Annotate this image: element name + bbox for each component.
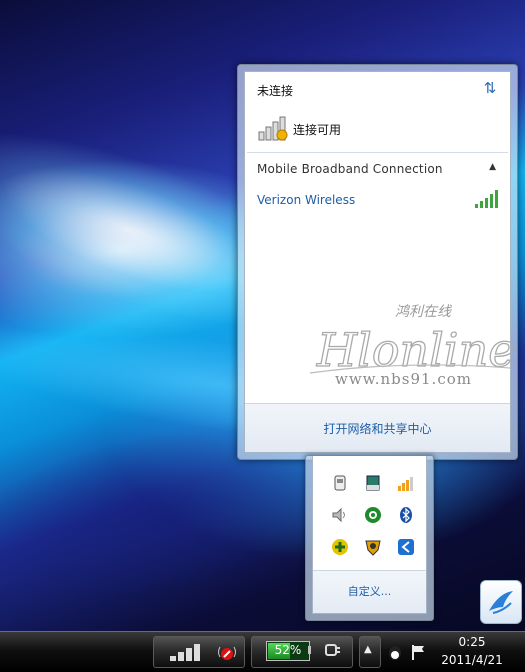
battery-percent: 52% (274, 643, 302, 657)
clock-date[interactable]: 2011/4/21 (436, 653, 508, 667)
signal-bars-icon[interactable] (397, 474, 415, 492)
battery-icon: 52% (266, 641, 310, 661)
network-taskbar-button[interactable] (153, 636, 245, 668)
connection-available-label: 连接可用 (293, 123, 342, 137)
refresh-icon[interactable]: ⇅ (482, 80, 498, 96)
customize-link[interactable]: 自定义... (313, 583, 426, 599)
desktop-app-icon[interactable] (480, 580, 522, 624)
flyout-footer: 打开网络和共享中心 (245, 403, 510, 452)
volume-icon[interactable] (331, 506, 349, 524)
blue-arrow-icon[interactable] (397, 538, 415, 556)
green-plus-icon[interactable] (331, 538, 349, 556)
network-flyout-panel: 未连接 ⇅ 连接可用 Mobile Broadband Connection ▲… (244, 71, 515, 453)
tray-overflow-footer: 自定义... (313, 570, 426, 613)
network-available-icon (258, 116, 288, 141)
wireless-disconnected-icon (218, 646, 236, 660)
connection-status: 未连接 (257, 84, 294, 98)
network-signal-icon (170, 644, 200, 661)
device-icon[interactable] (331, 474, 349, 492)
battery-cap (308, 646, 311, 654)
drive-icon[interactable] (364, 474, 382, 492)
tray-overflow-panel: 自定义... (312, 456, 427, 614)
action-center-flag-icon[interactable] (410, 643, 428, 661)
chevron-up-icon: ▲ (364, 644, 372, 655)
network-flyout: 未连接 ⇅ 连接可用 Mobile Broadband Connection ▲… (237, 64, 518, 460)
bird-icon (489, 591, 513, 614)
tray-overflow-popup: 自定义... (305, 455, 434, 621)
green-ring-icon[interactable] (364, 506, 382, 524)
taskbar: 52% ▲ 0:25 2011/4/21 (0, 631, 525, 672)
open-network-center-link[interactable]: 打开网络和共享中心 (245, 420, 510, 437)
divider (247, 152, 508, 153)
show-hidden-icons-button[interactable]: ▲ (359, 636, 381, 668)
collapse-chevron-icon[interactable]: ▲ (489, 162, 496, 172)
qq-penguin-icon[interactable] (386, 643, 404, 661)
section-header: Mobile Broadband Connection (257, 162, 443, 176)
watermark-url: www.nbs91.com (335, 370, 472, 388)
power-plug-icon (325, 644, 340, 656)
clock-time[interactable]: 0:25 (440, 635, 504, 649)
svg-text:鸿利在线: 鸿利在线 (395, 304, 453, 320)
shield-badge-icon[interactable] (364, 538, 382, 556)
bluetooth-icon[interactable] (397, 506, 415, 524)
broadband-connection-item[interactable]: Verizon Wireless (257, 193, 355, 207)
signal-strength-icon (475, 190, 498, 208)
